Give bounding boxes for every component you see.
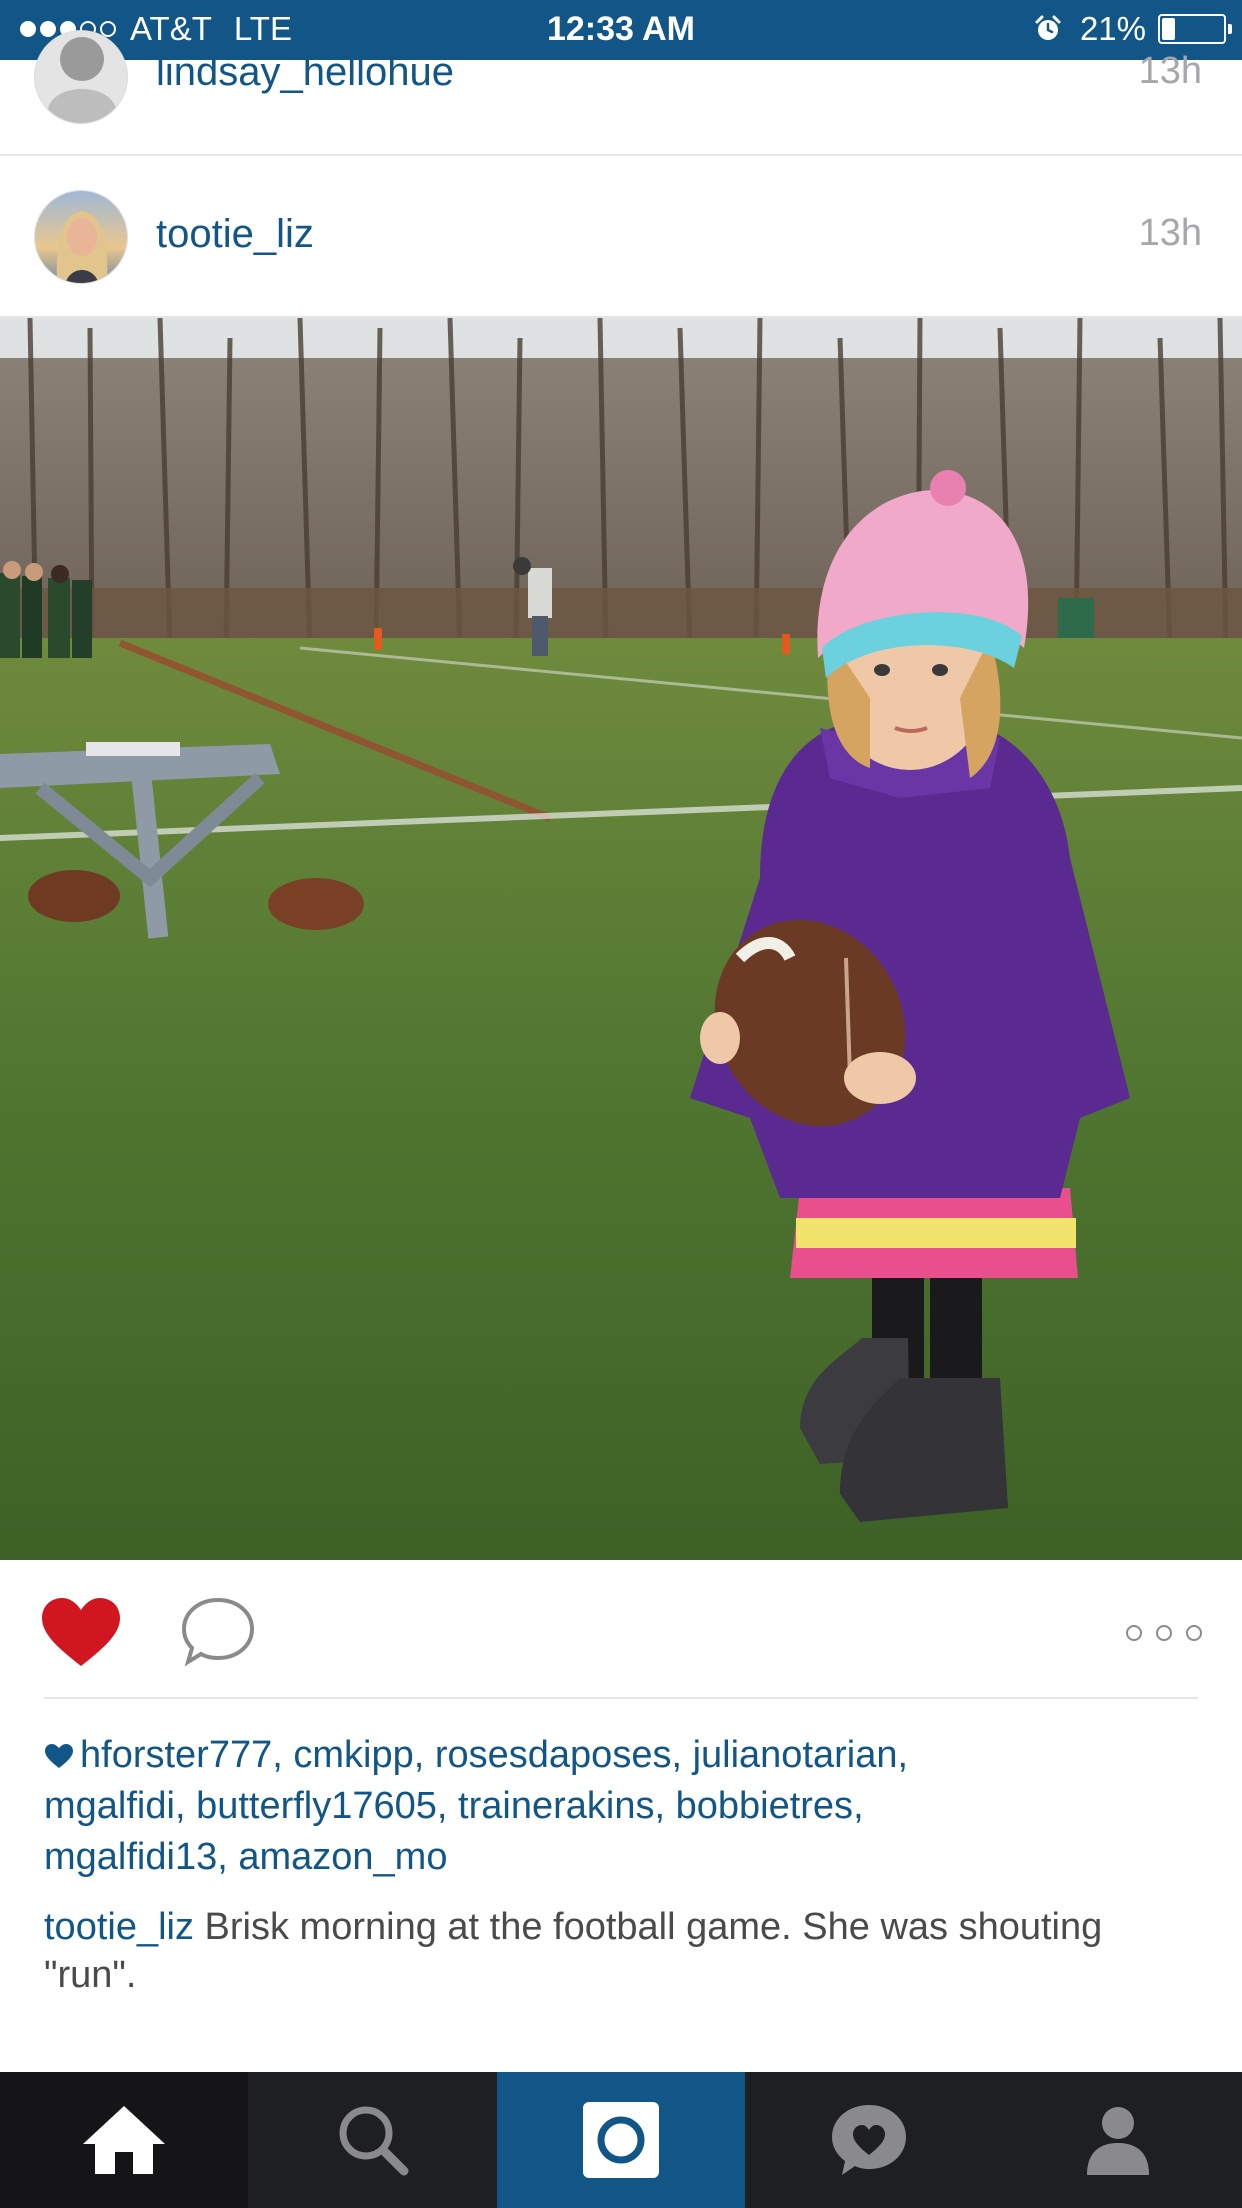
liker-link[interactable]: mgalfidi13 [44,1836,217,1878]
post-photo[interactable] [0,318,1242,1560]
battery-percent: 21% [1079,10,1146,47]
post-header: tootie_liz 13h [0,156,1242,318]
tab-search[interactable] [248,2072,496,2208]
username-link[interactable]: tootie_liz [156,212,314,257]
divider [44,1697,1198,1699]
liker-link[interactable]: butterfly17605 [196,1785,437,1827]
avatar[interactable] [34,30,128,124]
caption-text: Brisk morning at the football game. She … [44,1906,1103,1996]
liker-link[interactable]: trainerakins [458,1785,654,1827]
comment-bubble-icon[interactable] [180,1596,256,1668]
status-right: 21% [1034,10,1232,48]
more-options-icon[interactable] [1126,1618,1202,1648]
post-caption: tootie_liz Brisk morning at the football… [44,1903,1204,1999]
liker-link[interactable]: julianotarian [693,1734,898,1776]
camera-icon [582,2102,659,2178]
avatar[interactable] [34,190,128,284]
username-link[interactable]: lindsay_hellohue [156,50,454,95]
activity-heart-icon [832,2105,907,2175]
likes-list: hforster777, cmkipp, rosesdaposes, julia… [44,1734,909,1878]
liker-link[interactable]: rosesdaposes [435,1734,672,1776]
post-time: 13h [1138,50,1202,92]
liker-link[interactable]: cmkipp [293,1734,413,1776]
tab-camera[interactable] [496,2072,746,2208]
likes-heart-icon [45,1744,73,1768]
alarm-clock-icon [1035,15,1061,40]
profile-icon [1086,2107,1149,2175]
liker-link[interactable]: hforster777 [80,1734,272,1776]
liker-link[interactable]: amazon_mo [238,1836,447,1878]
previous-post-header: lindsay_hellohue 13h [0,30,1242,156]
like-heart-icon[interactable] [40,1596,122,1668]
liker-link[interactable]: bobbietres [676,1785,853,1827]
caption-username-link[interactable]: tootie_liz [44,1906,194,1948]
tab-bar [0,2072,1242,2208]
tab-activity[interactable] [745,2072,993,2208]
tab-profile[interactable] [994,2072,1242,2208]
tab-home[interactable] [0,2072,249,2208]
post-time: 13h [1138,212,1202,254]
liker-link[interactable]: mgalfidi [44,1785,175,1827]
home-icon [83,2106,166,2174]
battery-icon [1158,14,1232,44]
post-actions [0,1560,1242,1700]
search-icon [339,2106,409,2176]
